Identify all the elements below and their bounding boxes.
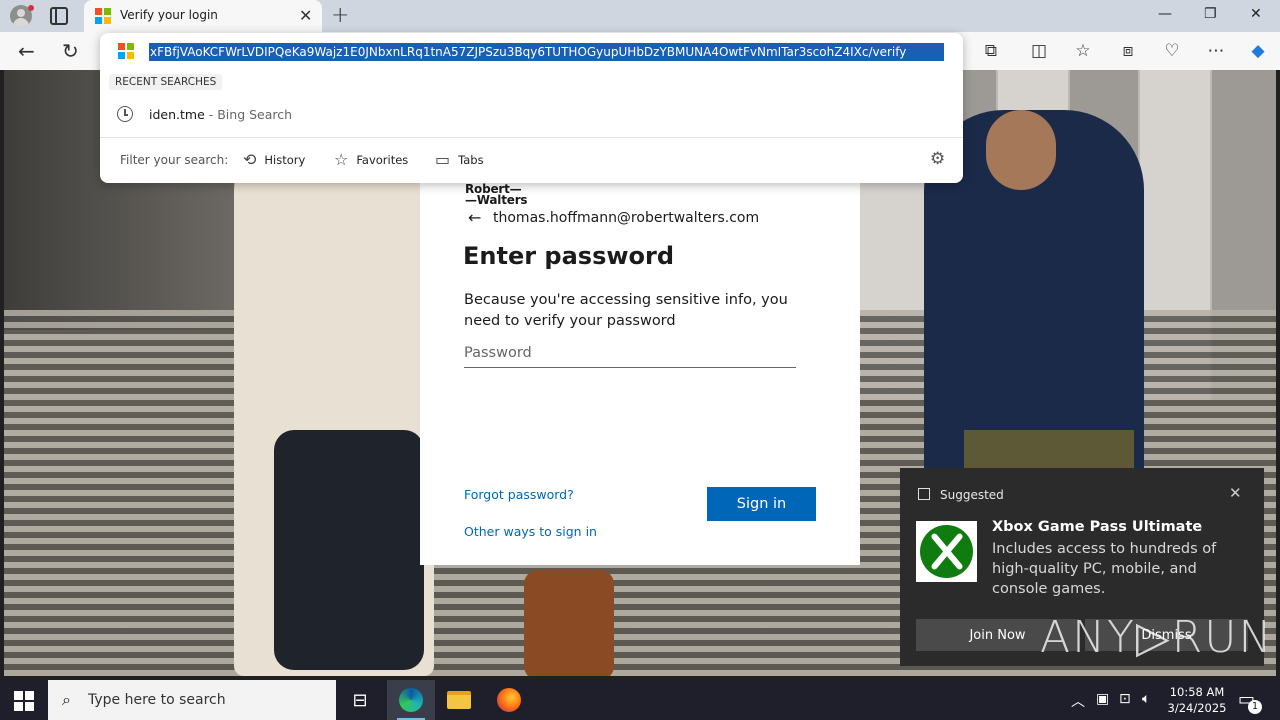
recent-searches-label: RECENT SEARCHES	[109, 74, 223, 90]
recent-search-query: iden.tme	[149, 107, 205, 122]
minimize-button[interactable]: —	[1158, 6, 1172, 22]
back-icon[interactable]: ←	[18, 39, 35, 63]
recent-search-source: - Bing Search	[204, 107, 293, 122]
folder-icon	[447, 691, 471, 709]
dropdown-divider	[100, 137, 963, 138]
xbox-icon	[916, 521, 977, 582]
background-person-left	[234, 130, 434, 676]
back-arrow-icon[interactable]: ←	[468, 208, 481, 227]
forgot-password-link[interactable]: Forgot password?	[464, 487, 574, 502]
tray-device-icon[interactable]: ▣	[1096, 691, 1109, 707]
history-icon: ⟲	[243, 150, 257, 169]
background-handbag	[524, 570, 614, 676]
copilot-icon[interactable]: ◆	[1248, 41, 1268, 61]
collections-icon[interactable]: ⧈	[1118, 41, 1138, 61]
gear-icon[interactable]: ⚙	[930, 149, 945, 169]
toast-header: Suggested	[940, 488, 1004, 502]
restore-button[interactable]: ❐	[1204, 6, 1217, 22]
taskbar-file-explorer[interactable]	[435, 680, 483, 720]
password-input[interactable]	[464, 338, 796, 368]
task-view-icon: ⊟	[352, 689, 368, 711]
password-description: Because you're accessing sensitive info,…	[464, 292, 788, 329]
recent-search-item[interactable]: iden.tme - Bing Search	[100, 103, 963, 127]
taskbar: ⌕ Type here to search ⊟ ︿ ▣ ⊡ 🔈︎ 10:58 A…	[0, 680, 1280, 720]
page-title: Enter password	[463, 242, 675, 270]
new-tab-button[interactable]: +	[331, 3, 349, 28]
robert-walters-logo: Robert— —Walters	[465, 182, 528, 207]
browser-essentials-icon[interactable]: ♡	[1162, 41, 1182, 61]
profile-alert-dot	[28, 5, 34, 11]
other-ways-sign-in-link[interactable]: Other ways to sign in	[464, 524, 597, 539]
tabs-icon: ▭	[435, 150, 451, 169]
tab-close-icon[interactable]: ✕	[299, 6, 312, 25]
taskbar-edge[interactable]	[387, 680, 435, 720]
taskbar-search[interactable]: ⌕ Type here to search	[48, 680, 336, 720]
star-icon: ☆	[334, 150, 349, 169]
tab-strip: Verify your login ✕ + — ❐ ✕	[0, 0, 1280, 32]
history-clock-icon	[117, 106, 133, 122]
close-window-button[interactable]: ✕	[1250, 6, 1262, 22]
filter-history-button[interactable]: ⟲ History	[243, 150, 305, 169]
site-favicon-icon	[118, 43, 134, 59]
favorites-star-icon[interactable]: ☆	[1073, 41, 1093, 61]
sign-in-button[interactable]: Sign in	[707, 487, 816, 521]
start-button[interactable]	[14, 691, 34, 711]
edge-icon	[399, 688, 423, 712]
address-bar-input[interactable]: xFBfjVAoKCFWrLVDIPQeKa9Wajz1E0JNbxnLRq1t…	[149, 43, 944, 61]
taskbar-search-text: Type here to search	[88, 692, 226, 708]
search-icon: ⌕	[62, 690, 71, 709]
tab-actions-icon[interactable]	[50, 7, 68, 25]
toast-body: Includes access to hundreds of high-qual…	[992, 541, 1217, 597]
notification-count-badge: 1	[1248, 700, 1262, 714]
volume-icon[interactable]: 🔈︎	[1142, 691, 1150, 707]
toast-title: Xbox Game Pass Ultimate	[992, 519, 1203, 535]
identity-email: thomas.hoffmann@robertwalters.com	[493, 210, 760, 226]
taskbar-clock[interactable]: 10:58 AM 3/24/2025	[1164, 684, 1230, 716]
refresh-icon[interactable]: ↻	[62, 39, 79, 63]
filter-label: Filter your search:	[120, 153, 229, 167]
filter-favorites-button[interactable]: ☆ Favorites	[334, 150, 408, 169]
extensions-icon[interactable]: ⧉	[981, 41, 1001, 61]
tab-verify-login[interactable]: Verify your login ✕	[84, 0, 322, 32]
toast-close-icon[interactable]: ✕	[1229, 484, 1242, 502]
split-screen-icon[interactable]: ◫	[1029, 41, 1049, 61]
more-options-icon[interactable]: ⋯	[1206, 41, 1226, 61]
address-bar-dropdown: xFBfjVAoKCFWrLVDIPQeKa9Wajz1E0JNbxnLRq1t…	[100, 33, 963, 183]
login-card: Robert— —Walters ← thomas.hoffmann@rober…	[420, 154, 860, 565]
microsoft-logo-icon	[95, 8, 111, 24]
taskbar-firefox[interactable]	[485, 680, 533, 720]
tab-title: Verify your login	[120, 8, 218, 22]
network-icon[interactable]: ⊡	[1119, 691, 1131, 707]
suggested-icon	[918, 488, 930, 500]
task-view-button[interactable]: ⊟	[336, 680, 384, 720]
firefox-icon	[497, 688, 521, 712]
anyrun-watermark: ANY▷RUN	[1040, 612, 1274, 663]
tray-chevron-icon[interactable]: ︿	[1071, 691, 1085, 711]
filter-tabs-button[interactable]: ▭ Tabs	[435, 150, 484, 169]
